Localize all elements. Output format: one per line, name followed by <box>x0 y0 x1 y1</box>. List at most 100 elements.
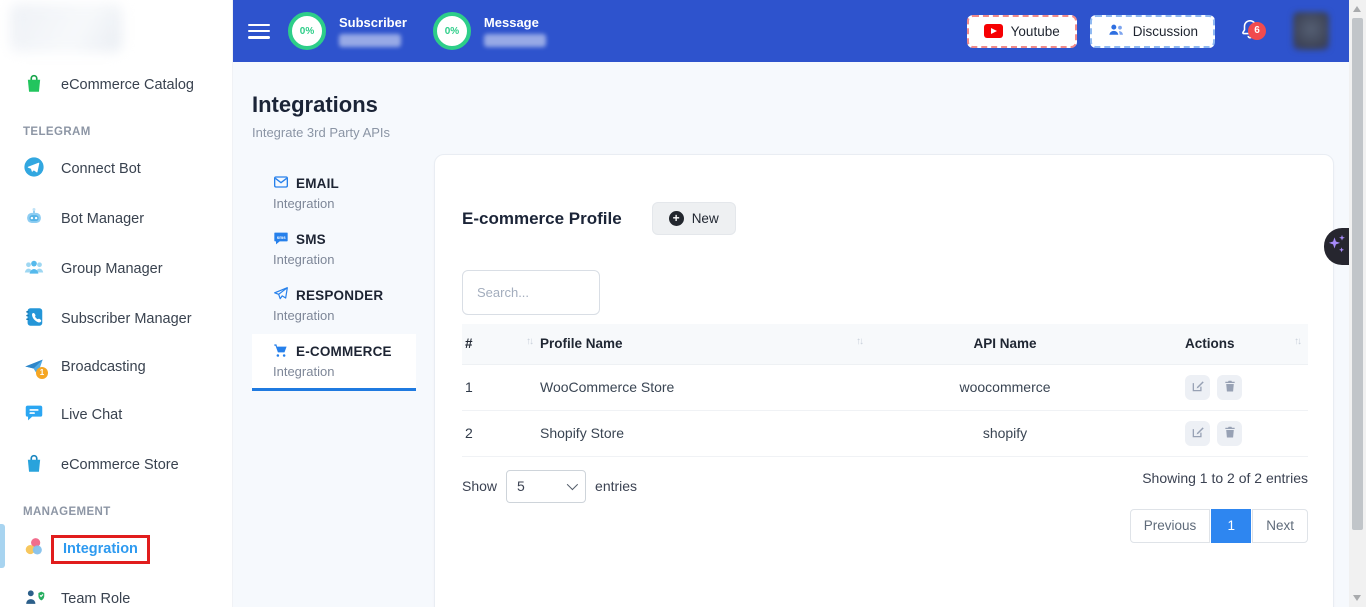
group-people-icon <box>23 256 45 282</box>
shopping-bag-blue-icon <box>23 452 45 478</box>
sidebar-item-label: eCommerce Store <box>61 457 179 473</box>
column-header-api-name[interactable]: API Name <box>870 324 1140 364</box>
tab-title: SMS <box>296 232 326 247</box>
notifications-button[interactable]: 6 <box>1239 18 1261 45</box>
sidebar-item-ecommerce-catalog[interactable]: eCommerce Catalog <box>0 66 232 104</box>
tab-subtitle: Integration <box>273 308 416 323</box>
sidebar-item-team-role[interactable]: Team Role <box>0 580 232 607</box>
profile-name-cell: WooCommerce Store <box>540 364 870 410</box>
app-root: eCommerce Catalog TELEGRAM Connect Bot B… <box>0 0 1366 607</box>
svg-text:sms: sms <box>277 235 287 240</box>
column-header-number[interactable]: ↑↓# <box>462 324 540 364</box>
entries-selected-value: 5 <box>517 478 525 494</box>
delete-button[interactable] <box>1217 375 1242 400</box>
integration-subnav: EMAIL Integration sms SMS Integration <box>252 154 416 393</box>
chat-bubble-icon <box>23 402 45 428</box>
email-icon <box>273 174 289 193</box>
scroll-up-arrow-icon[interactable] <box>1353 6 1361 12</box>
chevron-down-icon <box>567 479 578 490</box>
tab-responder-integration[interactable]: RESPONDER Integration <box>252 278 416 332</box>
sidebar-item-live-chat[interactable]: Live Chat <box>0 396 232 434</box>
sidebar-item-group-manager[interactable]: Group Manager <box>0 250 232 288</box>
hamburger-menu-icon[interactable] <box>248 24 270 39</box>
profiles-table: ↑↓# ↑↓Profile Name API Name ↑↓Actions 1 … <box>462 324 1308 457</box>
message-metric: 0% Message <box>433 12 546 50</box>
person-shield-icon <box>23 586 45 607</box>
active-item-indicator <box>0 524 5 568</box>
youtube-button[interactable]: Youtube <box>967 15 1077 48</box>
sidebar-item-broadcasting[interactable]: 1 Broadcasting <box>0 350 232 384</box>
scroll-down-arrow-icon[interactable] <box>1353 595 1361 601</box>
integration-circles-icon <box>23 536 45 562</box>
row-number: 1 <box>462 364 540 410</box>
tab-title: RESPONDER <box>296 288 383 303</box>
telegram-icon <box>23 156 45 182</box>
tab-title: E-COMMERCE <box>296 344 392 359</box>
page-1-button[interactable]: 1 <box>1211 509 1251 543</box>
page-content: Integrations Integrate 3rd Party APIs EM… <box>233 62 1349 607</box>
discussion-button[interactable]: Discussion <box>1090 15 1215 48</box>
trash-icon <box>1223 425 1237 442</box>
tab-sms-integration[interactable]: sms SMS Integration <box>252 222 416 276</box>
topbar: 0% Subscriber 0% Message Youtube <box>233 0 1349 62</box>
broadcast-count-badge: 1 <box>36 367 48 379</box>
sidebar-item-subscriber-manager[interactable]: Subscriber Manager <box>0 300 232 338</box>
sidebar-item-integration[interactable]: Integration <box>0 530 232 568</box>
sidebar-item-label: Connect Bot <box>61 161 141 177</box>
send-plane-icon <box>273 286 289 305</box>
entries-per-page-select[interactable]: 5 <box>506 470 586 503</box>
tab-ecommerce-integration[interactable]: E-COMMERCE Integration <box>252 334 416 391</box>
sort-icon: ↑↓ <box>526 336 532 347</box>
notification-count-badge: 6 <box>1248 22 1266 40</box>
panel-title: E-commerce Profile <box>462 209 622 229</box>
sidebar-item-label: eCommerce Catalog <box>61 77 194 93</box>
column-header-actions[interactable]: ↑↓Actions <box>1140 324 1308 364</box>
previous-page-button[interactable]: Previous <box>1130 509 1211 543</box>
new-profile-button[interactable]: + New <box>652 202 736 235</box>
sort-icon: ↑↓ <box>856 336 862 347</box>
sidebar-item-label: Subscriber Manager <box>61 311 192 327</box>
subscriber-progress-ring: 0% <box>288 12 326 50</box>
search-input[interactable] <box>462 270 600 315</box>
api-name-cell: shopify <box>870 410 1140 456</box>
row-number: 2 <box>462 410 540 456</box>
scrollbar-thumb[interactable] <box>1352 18 1363 530</box>
sidebar: eCommerce Catalog TELEGRAM Connect Bot B… <box>0 0 233 607</box>
sidebar-item-label: Integration <box>63 541 138 557</box>
youtube-icon <box>984 24 1003 38</box>
sidebar-section-management: MANAGEMENT <box>0 496 232 530</box>
plus-icon: + <box>669 211 684 226</box>
annotation-red-box: Integration <box>51 535 150 564</box>
sidebar-item-ecommerce-store[interactable]: eCommerce Store <box>0 446 232 484</box>
subscriber-metric: 0% Subscriber <box>288 12 407 50</box>
next-page-button[interactable]: Next <box>1252 509 1308 543</box>
column-header-profile-name[interactable]: ↑↓Profile Name <box>540 324 870 364</box>
message-metric-value-blurred <box>484 34 546 47</box>
edit-button[interactable] <box>1185 375 1210 400</box>
show-label: Show <box>462 478 497 494</box>
delete-button[interactable] <box>1217 421 1242 446</box>
edit-pencil-icon <box>1191 425 1205 442</box>
edit-button[interactable] <box>1185 421 1210 446</box>
sidebar-item-connect-bot[interactable]: Connect Bot <box>0 150 232 188</box>
tab-email-integration[interactable]: EMAIL Integration <box>252 166 416 220</box>
api-name-cell: woocommerce <box>870 364 1140 410</box>
sidebar-item-label: Group Manager <box>61 261 163 277</box>
discussion-button-label: Discussion <box>1133 24 1198 39</box>
youtube-button-label: Youtube <box>1011 24 1060 39</box>
page-subtitle: Integrate 3rd Party APIs <box>252 125 1333 140</box>
pagination: Previous 1 Next <box>1130 509 1308 543</box>
sparkles-icon <box>1327 232 1347 261</box>
main-area: 0% Subscriber 0% Message Youtube <box>233 0 1349 607</box>
sidebar-item-label: Broadcasting <box>61 359 146 375</box>
vertical-scrollbar[interactable] <box>1349 0 1366 607</box>
sidebar-item-bot-manager[interactable]: Bot Manager <box>0 200 232 238</box>
entries-label: entries <box>595 478 637 494</box>
user-avatar[interactable] <box>1293 12 1329 50</box>
ecommerce-profile-card: E-commerce Profile + New ↑↓# ↑↓Profile N… <box>434 154 1334 607</box>
sidebar-item-label: Team Role <box>61 591 130 607</box>
ai-assistant-button[interactable] <box>1324 228 1349 265</box>
contact-book-icon <box>23 306 45 332</box>
app-logo <box>10 4 122 52</box>
people-group-icon <box>1107 22 1125 41</box>
